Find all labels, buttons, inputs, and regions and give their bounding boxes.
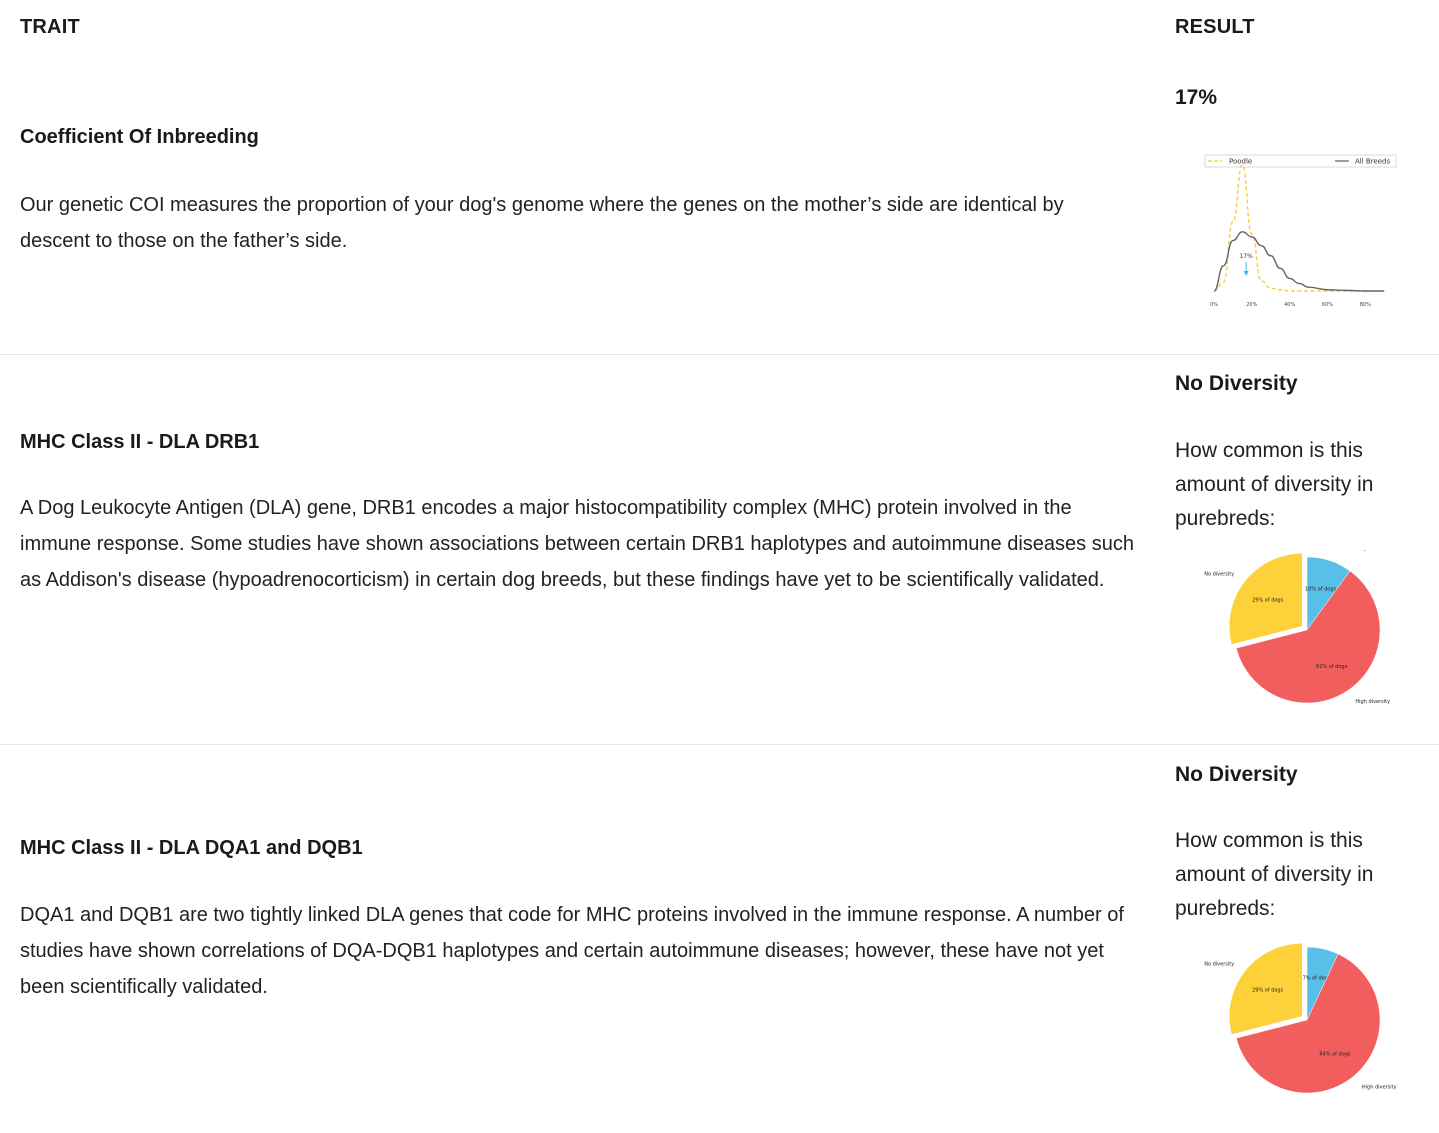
legend-label-all-breeds: All Breeds (1355, 158, 1390, 166)
trait-row-coi: Coefficient Of Inbreeding Our genetic CO… (0, 62, 1439, 355)
result-value: No Diversity (1175, 372, 1298, 395)
pie-slice-category-label: High diversity (1362, 1084, 1397, 1090)
legend-label-poodle: Poodle (1229, 158, 1252, 166)
pie-slice-category-label: No diversity (1204, 962, 1234, 968)
drb1-diversity-pie-chart: 29% of dogs No diversity 10% of dogs Low di… (1204, 550, 1390, 705)
trait-description: A Dog Leukocyte Antigen (DLA) gene, DRB1… (20, 497, 1134, 591)
pie-slice-value-label: 29% of dogs (1252, 597, 1284, 603)
dqa1-dqb1-diversity-pie-chart: 29% of dogsNo diversity7% of dogsLow div… (1204, 943, 1397, 1094)
x-tick-label: 0% (1210, 302, 1218, 308)
result-question: How common is this amount of diversity i… (1175, 439, 1374, 530)
trait-name: MHC Class II - DLA DQA1 and DQB1 (20, 837, 363, 859)
coi-distribution-chart: Poodle All Breeds 17% 0% 20% 40% 60% 80% (1204, 154, 1397, 308)
pie-slice-category-label: No diversity (1204, 572, 1234, 578)
pie-slice-value-label: 29% of dogs (1252, 987, 1284, 993)
x-tick-label: 20% (1246, 302, 1257, 308)
series-line-poodle (1213, 164, 1385, 292)
result-value: No Diversity (1175, 763, 1298, 786)
trait-description: Our genetic COI measures the proportion … (20, 194, 1064, 252)
x-tick-label: 80% (1360, 302, 1371, 308)
pie-slice-value-label: 64% of dogs (1319, 1052, 1351, 1058)
trait-column-header: TRAIT (20, 16, 80, 38)
trait-name: Coefficient Of Inbreeding (20, 126, 259, 148)
pie-slice-value-label: 10% of dogs (1305, 586, 1337, 592)
trait-name: MHC Class II - DLA DRB1 (20, 431, 260, 453)
result-value: 17% (1175, 86, 1218, 109)
trait-description: DQA1 and DQB1 are two tightly linked DLA… (20, 904, 1124, 998)
coi-marker-arrowhead (1243, 271, 1249, 276)
pie-slice-category-label: High diversity (1355, 699, 1390, 705)
coi-marker-label: 17% (1239, 253, 1253, 260)
result-question: How common is this amount of diversity i… (1175, 829, 1374, 920)
series-line-all-breeds (1213, 231, 1385, 292)
pie-slice-value-label: 61% of dogs (1316, 664, 1348, 670)
x-tick-label: 40% (1284, 302, 1295, 308)
trait-row-dqa1-dqb1: MHC Class II - DLA DQA1 and DQB1 DQA1 an… (0, 744, 1439, 1133)
pie-slice-category-label: Low diversity (1334, 550, 1367, 552)
result-column-header: RESULT (1175, 16, 1255, 38)
trait-row-drb1: MHC Class II - DLA DRB1 A Dog Leukocyte … (0, 354, 1439, 745)
x-tick-label: 60% (1322, 302, 1333, 308)
